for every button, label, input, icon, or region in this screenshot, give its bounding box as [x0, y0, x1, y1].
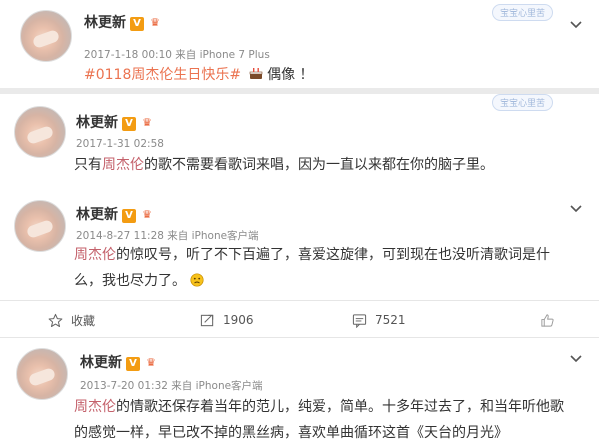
avatar[interactable]: [14, 106, 66, 158]
weibo-post-1: 林更新 V ♛ 宝宝心里苦 2017-1-18 00:10 来自 iPhone 7 …: [0, 0, 599, 88]
level-icon: ♛: [142, 208, 152, 221]
weibo-post-3: 林更新 V ♛ 2014-8-27 11:28 来自 iPhone客户端 周杰伦的惊…: [0, 190, 599, 300]
post-meta: 2017-1-31 02:58: [76, 138, 164, 150]
author-name-text[interactable]: 林更新: [76, 115, 118, 131]
post-meta: 2017-1-18 00:10 来自 iPhone 7 Plus: [84, 49, 270, 61]
comment-icon: [352, 313, 367, 328]
thumbs-up-icon: [541, 313, 554, 327]
post-text-line-1: 的情歌还保存着当年的范儿，纯爱，简单。十多年过去了，和当年听他歌: [116, 399, 564, 415]
repost-button[interactable]: 1906: [200, 301, 254, 339]
mention-highlight[interactable]: 周杰伦: [74, 247, 116, 263]
author-name[interactable]: 林更新 V ♛: [80, 352, 159, 372]
post-text-pre: 只有: [74, 157, 102, 173]
chevron-down-icon[interactable]: [569, 16, 583, 30]
author-name-text[interactable]: 林更新: [84, 15, 126, 31]
author-name-text[interactable]: 林更新: [80, 355, 122, 371]
post-text: 周杰伦的惊叹号，听了不下百遍了，喜爱这旋律，可到现在也没听清歌词是什 么，我也尽…: [74, 242, 573, 294]
verified-badge: V: [130, 17, 144, 31]
mention-highlight[interactable]: 周杰伦: [74, 399, 116, 415]
post-text-line-2: 的感觉一样，早已改不掉的黑丝病，喜欢单曲循环这首《天台的月光》: [74, 425, 508, 441]
repost-icon: [200, 314, 214, 326]
sad-face-emoji-icon: [190, 270, 204, 287]
level-icon: ♛: [150, 16, 160, 29]
post-meta: 2014-8-27 11:28 来自 iPhone客户端: [76, 230, 259, 242]
level-icon: ♛: [146, 356, 156, 369]
post-text: 周杰伦的情歌还保存着当年的范儿，纯爱，简单。十多年过去了，和当年听他歌 的感觉一…: [74, 394, 591, 446]
verified-badge: V: [126, 357, 140, 371]
sticker-stamp: 宝宝心里苦: [491, 94, 553, 111]
weibo-post-4: 林更新 V ♛ 2013-7-20 01:32 来自 iPhone客户端 周杰伦的情…: [0, 338, 599, 447]
author-name[interactable]: 林更新 V ♛: [76, 204, 155, 224]
cake-emoji-icon: [249, 63, 263, 79]
chevron-down-icon[interactable]: [569, 350, 583, 364]
verified-badge: V: [122, 117, 136, 131]
post-text-line-1: 的惊叹号，听了不下百遍了，喜爱这旋律，可到现在也没听清歌词是什: [116, 247, 550, 263]
post-text: 只有周杰伦的歌不需要看歌词来唱，因为一直以来都在你的脑子里。: [74, 152, 573, 178]
like-button[interactable]: [540, 301, 563, 339]
post-action-bar: 收藏 1906 7521: [0, 300, 599, 338]
favorite-label: 收藏: [71, 313, 96, 328]
sticker-stamp: 宝宝心里苦: [491, 4, 553, 21]
avatar[interactable]: [20, 10, 72, 62]
comment-button[interactable]: 7521: [352, 301, 406, 339]
repost-count: 1906: [223, 313, 254, 327]
level-icon: ♛: [142, 116, 152, 129]
post-text-tail: 偶像 ！: [267, 67, 314, 83]
weibo-post-2: 林更新 V ♛ 宝宝心里苦 2017-1-31 02:58 只有周杰伦的歌不需要看歌…: [0, 94, 599, 190]
verified-badge: V: [122, 209, 136, 223]
post-text-post: 的歌不需要看歌词来唱，因为一直以来都在你的脑子里。: [144, 157, 494, 173]
comment-count: 7521: [375, 313, 406, 327]
author-name[interactable]: 林更新 V ♛: [84, 12, 163, 32]
post-text-line-2: 么，我也尽力了。: [74, 273, 186, 289]
avatar[interactable]: [16, 348, 68, 400]
mention-highlight[interactable]: 周杰伦: [102, 157, 144, 173]
favorite-button[interactable]: 收藏: [48, 301, 95, 339]
author-name[interactable]: 林更新 V ♛: [76, 112, 155, 132]
star-icon: [48, 313, 63, 327]
post-meta: 2013-7-20 01:32 来自 iPhone客户端: [80, 380, 263, 392]
avatar[interactable]: [14, 200, 66, 252]
post-text: #0118周杰伦生日快乐# 偶像 ！: [84, 62, 573, 88]
topic-link[interactable]: #0118周杰伦生日快乐#: [84, 67, 241, 83]
author-name-text[interactable]: 林更新: [76, 207, 118, 223]
chevron-down-icon[interactable]: [569, 200, 583, 214]
